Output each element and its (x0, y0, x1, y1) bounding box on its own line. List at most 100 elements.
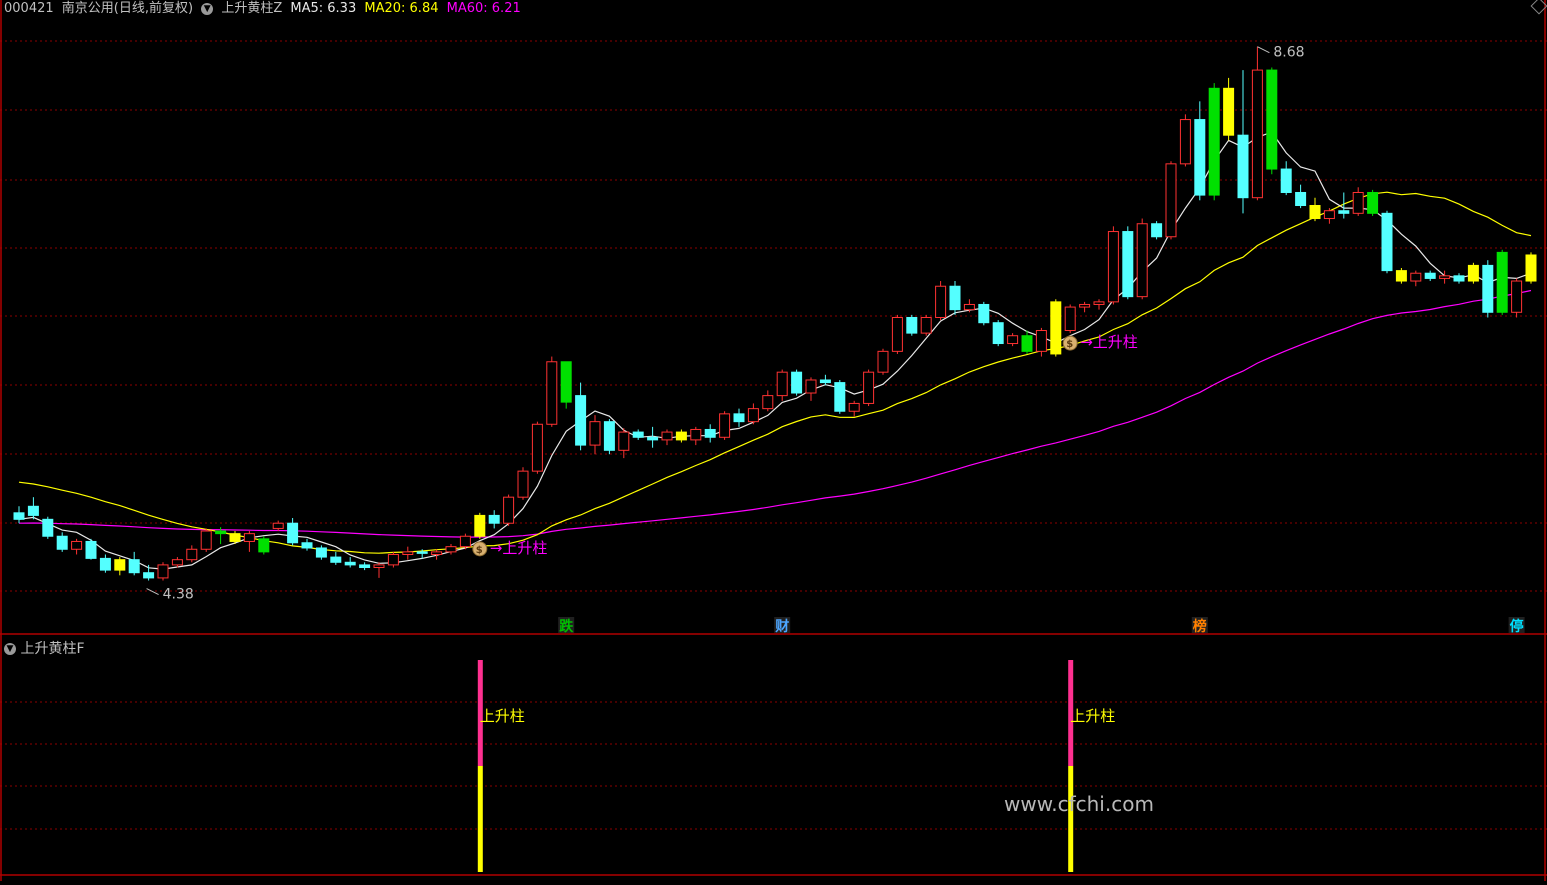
candle-body (1179, 119, 1191, 165)
candle-body (445, 546, 457, 553)
candle-body (1352, 191, 1364, 214)
signal-bar-yellow (477, 766, 483, 872)
candle-body (517, 470, 529, 498)
candle-body (272, 522, 284, 529)
candle-body (1323, 210, 1335, 220)
candle-body (733, 413, 745, 423)
candle-body (459, 535, 471, 548)
candle-body (992, 322, 1004, 345)
candle-body (647, 436, 659, 441)
candle (1179, 114, 1191, 167)
candle-body (1496, 251, 1508, 313)
candle (1165, 161, 1177, 240)
high-price-label: 8.68 (1273, 45, 1304, 61)
candle-body (575, 395, 587, 446)
chevron-down-icon[interactable]: ▼ (4, 643, 16, 655)
candle-body (632, 431, 644, 438)
signal-arrow-label: →上升柱 (1080, 333, 1138, 351)
candle (459, 533, 471, 550)
candle-body (488, 514, 500, 524)
candle-body (143, 572, 155, 579)
stock-code[interactable]: 000421 (4, 1, 54, 16)
event-marker: 停 (1510, 618, 1524, 635)
candle (560, 361, 572, 409)
chart-header: 000421 南京公用(日线,前复权) ▼ 上升黄柱Z MA5: 6.33 MA… (4, 0, 525, 16)
candle-body (171, 559, 183, 566)
candle (1482, 260, 1494, 318)
candle (863, 369, 875, 407)
ma60-label: MA60: 6.21 (446, 1, 521, 16)
candle-body (1050, 301, 1062, 355)
candle-body (1136, 223, 1148, 298)
signal-bar-yellow (1068, 766, 1074, 872)
candle-body (215, 530, 227, 535)
watermark: www.cfchi.com (1004, 792, 1154, 816)
candle-body (1251, 69, 1263, 199)
candle-body (1439, 275, 1451, 279)
candle-body (229, 533, 241, 542)
candle-body (1021, 335, 1033, 352)
candle (603, 419, 615, 455)
candle-body (1194, 119, 1206, 196)
sub-panel-title[interactable]: 上升黄柱F (20, 641, 84, 657)
candle-body (1309, 205, 1321, 220)
candle (992, 320, 1004, 347)
candle (719, 411, 731, 440)
candle-body (85, 540, 97, 559)
candle-body (1035, 330, 1047, 352)
candle (531, 421, 543, 474)
candle-body (661, 431, 673, 441)
candle-body (27, 505, 39, 516)
candle-body (1338, 210, 1350, 214)
stock-chart-window: 8.68 4.38 $ →上升柱 $ →上升柱跌 财 榜 停 上升柱 上升柱 000421 南京公… (0, 0, 1547, 881)
candle-body (963, 303, 975, 311)
candle-body (128, 559, 140, 574)
stock-name[interactable]: 南京公用(日线,前复权) (62, 1, 193, 16)
candle (200, 528, 212, 552)
candle-body (258, 538, 270, 553)
candle (315, 545, 327, 560)
candle-body (71, 540, 83, 550)
candle-body (675, 431, 687, 441)
chevron-down-icon[interactable]: ▼ (201, 2, 214, 15)
indicator-name[interactable]: 上升黄柱Z (221, 1, 282, 16)
candle-body (1295, 191, 1307, 207)
candle-body (877, 350, 889, 373)
candle (877, 348, 889, 375)
candle (949, 281, 961, 315)
candle (503, 494, 515, 526)
candle-body (560, 361, 572, 403)
candle-body (920, 316, 932, 334)
candle-body (834, 382, 846, 412)
candle-body (1482, 264, 1494, 313)
candle-body (1280, 168, 1292, 193)
candle (1208, 83, 1220, 201)
candle (935, 281, 947, 321)
kline-chart[interactable]: 8.68 4.38 $ →上升柱 $ →上升柱跌 财 榜 停 上升柱 上升柱 (0, 0, 1547, 881)
signal-label: 上升柱 (480, 707, 525, 725)
candle-body (1467, 264, 1479, 282)
candle-body (848, 402, 860, 412)
candle-body (1223, 87, 1235, 136)
candle-body (805, 379, 817, 394)
candle (1122, 226, 1134, 300)
event-marker: 财 (774, 618, 789, 635)
candle-body (416, 551, 428, 554)
candle (978, 301, 990, 326)
candle (546, 356, 558, 427)
candle-body (1395, 270, 1407, 282)
candle-body (1511, 280, 1523, 313)
candle-body (819, 379, 831, 384)
candle-body (589, 421, 601, 446)
candle-body (1093, 301, 1105, 305)
candle-body (906, 316, 918, 334)
candle-body (719, 413, 731, 438)
candle (791, 369, 803, 396)
candle-body (359, 564, 371, 568)
candle-body (704, 428, 716, 438)
candle-body (1208, 87, 1220, 196)
candle-body (114, 559, 126, 571)
candle-body (157, 564, 169, 579)
candle-body (1424, 272, 1436, 279)
candle-body (762, 395, 774, 410)
